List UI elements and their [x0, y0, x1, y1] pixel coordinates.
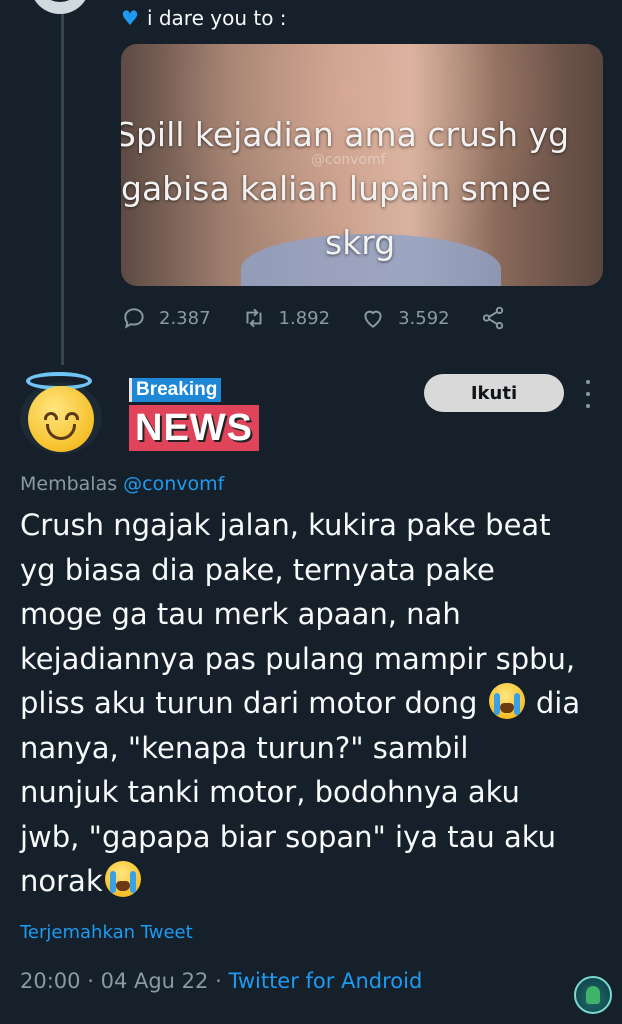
dot [586, 404, 590, 408]
dot [586, 392, 590, 396]
tweet-line: Crush ngajak jalan, kukira pake beat [20, 508, 551, 542]
media-overlay-line: skrg [325, 223, 396, 262]
display-name-breaking[interactable]: Breaking [129, 378, 222, 402]
follow-button[interactable]: Ikuti [424, 374, 564, 412]
floating-avatar[interactable] [574, 976, 612, 1014]
replying-prefix: Membalas [20, 473, 118, 495]
tweet-line: yg biasa dia pake, ternyata pake [20, 552, 495, 587]
reply-author-avatar[interactable] [20, 372, 102, 454]
tweet-body: Crush ngajak jalan, kukira pake beat yg … [20, 503, 615, 904]
tweet-line: nanya, "kenapa turun?" sambil [20, 730, 469, 765]
separator: · [87, 969, 94, 993]
tweet-line-part: pliss aku turun dari motor dong [20, 686, 478, 720]
tweet-source-link[interactable]: Twitter for Android [228, 969, 422, 993]
more-options-icon[interactable] [582, 380, 594, 408]
smiling-face-icon [28, 386, 94, 452]
separator: · [215, 969, 222, 993]
replying-to: Membalas @convomf [20, 473, 224, 495]
like-count: 3.592 [398, 307, 450, 329]
eye-left [44, 412, 58, 420]
retweet-count: 1.892 [278, 307, 331, 329]
reply-count: 2.387 [159, 307, 211, 329]
tweet-media-image[interactable]: @convomf Spill kejadian ama crush yg gab… [121, 44, 603, 286]
media-overlay-line: Spill kejadian ama crush yg [121, 115, 570, 154]
share-icon [482, 306, 503, 330]
tweet-line: nunjuk tanki motor, bodohnya aku [20, 775, 520, 809]
mouth [46, 424, 76, 440]
display-name-news[interactable]: NEWS [129, 405, 259, 451]
parent-tweet-text: ♥ i dare you to : [121, 6, 287, 30]
tweet-line-part: norak [20, 864, 103, 898]
share-action[interactable] [480, 305, 518, 331]
tweet-line: jwb, "gapapa biar sopan" iya tau aku [20, 819, 557, 854]
dot [586, 380, 590, 384]
tweet-line: kejadiannya pas pulang mampir spbu, [20, 641, 576, 676]
translate-tweet-link[interactable]: Terjemahkan Tweet [20, 922, 193, 943]
tweet-line: norak [20, 859, 615, 904]
replying-handle-link[interactable]: @convomf [123, 473, 224, 495]
parent-tweet-text-content: i dare you to : [146, 6, 287, 30]
tweet-line: moge ga tau merk apaan, nah [20, 597, 461, 631]
eye-right [65, 412, 79, 420]
media-overlay-line: gabisa kalian lupain smpe [121, 169, 552, 208]
media-overlay-text: Spill kejadian ama crush yg gabisa kalia… [121, 108, 603, 270]
retweet-icon [246, 308, 262, 328]
parent-avatar[interactable] [30, 0, 90, 14]
retweet-action[interactable]: 1.892 [241, 305, 331, 331]
parent-tweet-actions: 2.387 1.892 3.592 [121, 303, 541, 333]
tweet-line: pliss aku turun dari motor dong dia [20, 681, 615, 726]
tweet-line-part: dia [535, 686, 581, 720]
tweet-date[interactable]: 04 Agu 22 [101, 969, 209, 993]
blue-heart-icon: ♥ [121, 6, 139, 30]
loudly-crying-face-icon [488, 683, 525, 719]
like-action[interactable]: 3.592 [360, 305, 450, 331]
tweet-time[interactable]: 20:00 [20, 969, 81, 993]
reply-icon [124, 308, 144, 329]
thread-connector-line [61, 0, 64, 365]
tweet-metadata: 20:00 · 04 Agu 22 · Twitter for Android [20, 969, 422, 993]
heart-icon [364, 310, 382, 328]
loudly-crying-face-icon [104, 861, 141, 897]
reply-action[interactable]: 2.387 [121, 305, 211, 331]
